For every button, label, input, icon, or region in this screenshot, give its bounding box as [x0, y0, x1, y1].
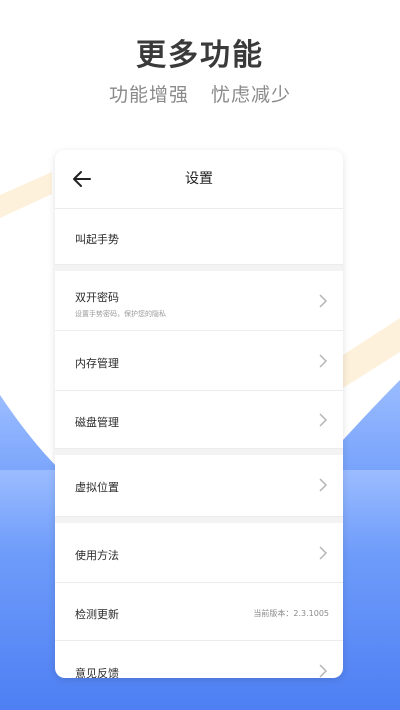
- settings-item-label: 叫起手势: [75, 233, 119, 246]
- chevron-right-icon: [319, 294, 328, 308]
- settings-item-feedback[interactable]: 意见反馈: [55, 641, 343, 678]
- settings-item-memory[interactable]: 内存管理: [55, 331, 343, 391]
- chevron-right-icon: [319, 354, 328, 368]
- settings-item-update[interactable]: 检测更新 当前版本：2.3.1005: [55, 583, 343, 641]
- settings-item-label: 磁盘管理: [75, 416, 119, 429]
- settings-item-label: 意见反馈: [75, 667, 119, 678]
- settings-title: 设置: [185, 171, 213, 187]
- chevron-right-icon: [319, 664, 328, 678]
- chevron-right-icon: [319, 478, 328, 492]
- settings-item-virtual-location[interactable]: 虚拟位置: [55, 455, 343, 517]
- settings-item-label: 使用方法: [75, 549, 119, 562]
- promo-subline: 功能增强 忧虑减少: [0, 80, 400, 107]
- settings-card: 设置 叫起手势 双开密码 设置手势密码，保护您的隐私 内存管理 磁盘管理 虚拟位…: [55, 150, 343, 678]
- settings-item-description: 设置手势密码，保护您的隐私: [75, 310, 166, 318]
- settings-item-label: 检测更新: [75, 608, 119, 621]
- promo-subline-right: 忧虑减少: [211, 84, 292, 106]
- chevron-right-icon: [319, 413, 328, 427]
- settings-header: 设置: [55, 150, 343, 209]
- settings-item-usage[interactable]: 使用方法: [55, 523, 343, 583]
- settings-item-gesture[interactable]: 叫起手势: [55, 209, 343, 265]
- settings-item-disk[interactable]: 磁盘管理: [55, 391, 343, 449]
- chevron-right-icon: [319, 546, 328, 560]
- settings-item-label: 内存管理: [75, 357, 119, 370]
- promo-headline: 更多功能: [136, 38, 264, 73]
- settings-item-label: 双开密码: [75, 291, 119, 304]
- settings-item-label: 虚拟位置: [75, 481, 119, 494]
- version-text: 当前版本：2.3.1005: [253, 609, 329, 618]
- promo-subline-left: 功能增强: [108, 84, 189, 106]
- settings-item-dual-password[interactable]: 双开密码 设置手势密码，保护您的隐私: [55, 271, 343, 331]
